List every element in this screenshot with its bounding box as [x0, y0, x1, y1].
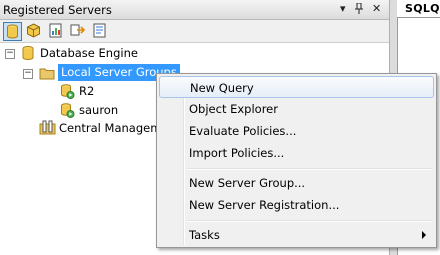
menu-item-label: New Server Registration...: [189, 198, 340, 212]
menu-item-new-server-registration[interactable]: New Server Registration...: [159, 194, 434, 216]
analysis-services-button[interactable]: [25, 22, 44, 41]
tree-node-label: R2: [79, 84, 95, 98]
menu-separator: [187, 220, 432, 222]
tree-node-label: sauron: [79, 103, 119, 117]
close-panel-icon[interactable]: ✕: [372, 2, 381, 16]
menu-separator: [187, 168, 432, 170]
submenu-arrow-icon: [422, 231, 426, 239]
window-position-dropdown-icon[interactable]: ▾: [340, 2, 346, 16]
menu-item-label: Evaluate Policies...: [189, 124, 297, 138]
menu-item-import-policies[interactable]: Import Policies...: [159, 142, 434, 164]
pin-icon: [355, 2, 363, 14]
menu-item-label: New Server Group...: [189, 176, 306, 190]
menu-item-evaluate-policies[interactable]: Evaluate Policies...: [159, 120, 434, 142]
compact-edition-icon: [93, 23, 106, 38]
panel-title-bar[interactable]: Registered Servers ▾ ✕: [0, 0, 389, 20]
collapse-expander-icon[interactable]: −: [23, 69, 33, 79]
menu-item-new-server-group[interactable]: New Server Group...: [159, 172, 434, 194]
query-editor-tab[interactable]: SQLQ: [397, 0, 440, 18]
menu-item-label: Import Policies...: [189, 146, 285, 160]
menu-item-label: Object Explorer: [189, 102, 278, 116]
server-type-toolbar: [0, 20, 389, 43]
menu-item-new-query[interactable]: New Query: [159, 76, 434, 98]
compact-edition-button[interactable]: [91, 22, 110, 41]
central-management-server-icon: [39, 120, 56, 139]
integration-services-icon: [70, 24, 86, 36]
database-engine-node-icon: [21, 45, 35, 64]
tree-node-database-engine[interactable]: − Database Engine: [0, 44, 389, 62]
registered-server-icon: [59, 83, 75, 102]
query-tab-label: SQLQ: [405, 2, 440, 15]
auto-hide-pin-icon[interactable]: [354, 2, 364, 19]
panel-title: Registered Servers: [3, 3, 112, 17]
integration-services-button[interactable]: [69, 22, 88, 41]
reporting-services-icon: [49, 23, 62, 38]
database-engine-button[interactable]: [3, 22, 22, 41]
reporting-services-button[interactable]: [47, 22, 66, 41]
menu-item-tasks[interactable]: Tasks: [159, 224, 434, 246]
collapse-expander-icon[interactable]: −: [5, 49, 15, 59]
folder-icon: [39, 66, 55, 83]
context-menu: New Query Object Explorer Evaluate Polic…: [156, 73, 437, 248]
menu-item-label: New Query: [190, 81, 254, 95]
database-engine-icon: [7, 24, 18, 39]
menu-item-label: Tasks: [189, 228, 220, 242]
analysis-services-icon: [27, 23, 40, 38]
menu-item-object-explorer[interactable]: Object Explorer: [159, 98, 434, 120]
tree-node-label: Database Engine: [40, 46, 138, 60]
